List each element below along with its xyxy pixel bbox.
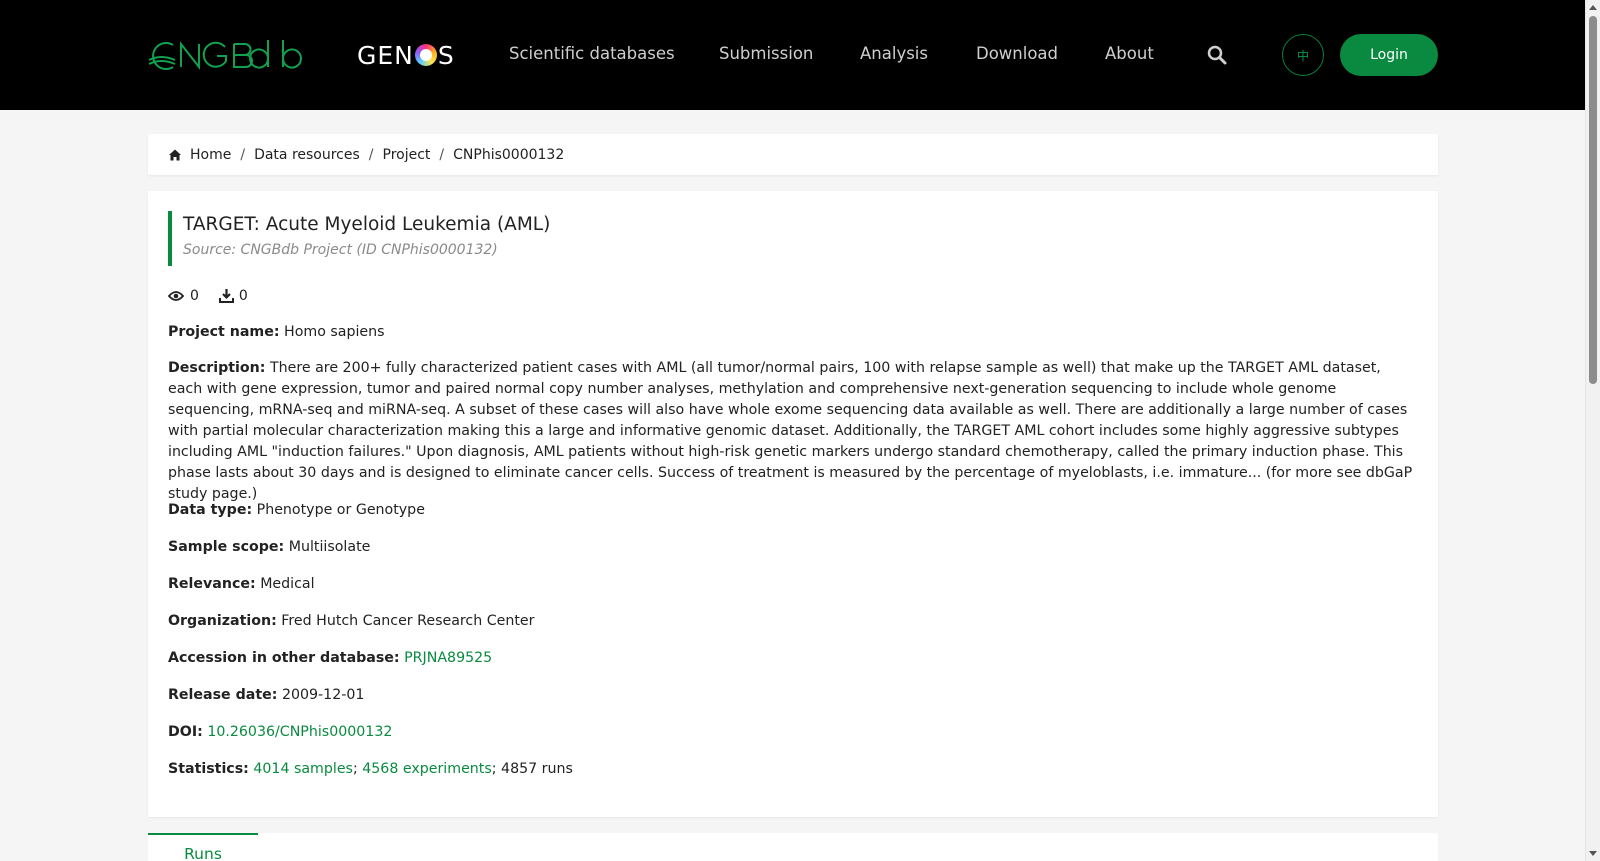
- field-label: Release date:: [168, 687, 278, 703]
- genos-logo-text-pre: GEN: [357, 40, 414, 70]
- nav-analysis[interactable]: Analysis: [860, 44, 928, 63]
- login-button[interactable]: Login: [1340, 34, 1438, 76]
- accession-link[interactable]: PRJNA89525: [404, 650, 492, 666]
- breadcrumb-data-resources[interactable]: Data resources: [254, 147, 360, 163]
- field-value: Homo sapiens: [284, 324, 385, 340]
- field-label: Relevance:: [168, 576, 256, 592]
- samples-link[interactable]: 4014 samples: [253, 761, 353, 777]
- genos-o-icon: [414, 44, 437, 66]
- top-navbar: GEN S Scientific databases Submission Ana…: [0, 0, 1585, 110]
- field-value: 2009-12-01: [281, 687, 365, 703]
- field-value: There are 200+ fully characterized patie…: [168, 360, 1413, 502]
- nav-about[interactable]: About: [1105, 44, 1154, 63]
- field-doi: DOI: 10.26036/CNPhis0000132: [168, 722, 1413, 743]
- stat-separator: ;: [491, 761, 502, 777]
- field-project-name: Project name: Homo sapiens: [168, 322, 1413, 343]
- cngbdb-logo[interactable]: [147, 36, 309, 74]
- breadcrumb-separator: /: [240, 146, 246, 163]
- views-counter: 0: [168, 288, 199, 304]
- field-data-type: Data type: Phenotype or Genotype: [168, 500, 1413, 521]
- field-label: Project name:: [168, 324, 280, 340]
- view-download-counts: 0 0: [168, 288, 248, 304]
- genos-logo[interactable]: GEN S: [357, 38, 455, 72]
- download-icon: [218, 289, 234, 303]
- field-value: Multiisolate: [288, 539, 371, 555]
- breadcrumb: Home / Data resources / Project / CNPhis…: [148, 134, 1438, 175]
- genos-logo-text-post: S: [437, 40, 455, 70]
- field-release-date: Release date: 2009-12-01: [168, 685, 1413, 706]
- field-statistics: Statistics: 4014 samples; 4568 experimen…: [168, 759, 1413, 780]
- field-description: Description: There are 200+ fully charac…: [168, 358, 1413, 505]
- field-label: Accession in other database:: [168, 650, 400, 666]
- language-toggle-button[interactable]: 中: [1282, 34, 1324, 76]
- eye-icon: [168, 291, 184, 301]
- field-value: Medical: [260, 576, 315, 592]
- experiments-link[interactable]: 4568 experiments: [362, 761, 492, 777]
- downloads-counter: 0: [218, 288, 248, 304]
- field-relevance: Relevance: Medical: [168, 574, 1413, 595]
- page-scrollbar[interactable]: [1585, 0, 1600, 861]
- scroll-down-arrow-icon[interactable]: [1589, 851, 1597, 856]
- tab-runs[interactable]: Runs: [148, 833, 258, 861]
- field-label: DOI:: [168, 724, 203, 740]
- field-label: Sample scope:: [168, 539, 285, 555]
- breadcrumb-separator: /: [439, 146, 445, 163]
- nav-submission[interactable]: Submission: [719, 44, 813, 63]
- views-count: 0: [190, 288, 199, 304]
- field-label: Organization:: [168, 613, 277, 629]
- field-organization: Organization: Fred Hutch Cancer Research…: [168, 611, 1413, 632]
- runs-count: 4857 runs: [501, 761, 573, 777]
- downloads-count: 0: [238, 288, 248, 304]
- page-title: TARGET: Acute Myeloid Leukemia (AML): [183, 214, 551, 235]
- project-source: Source: CNGBdb Project (ID CNPhis0000132…: [183, 242, 498, 258]
- cngbdb-logo-icon: [148, 40, 302, 70]
- breadcrumb-current: CNPhis0000132: [453, 146, 565, 163]
- scrollbar-thumb[interactable]: [1589, 16, 1597, 384]
- nav-scientific-databases[interactable]: Scientific databases: [509, 44, 675, 63]
- title-block: TARGET: Acute Myeloid Leukemia (AML) Sou…: [168, 211, 1408, 266]
- field-label: Data type:: [168, 502, 253, 518]
- breadcrumb-project[interactable]: Project: [383, 147, 431, 163]
- breadcrumb-home[interactable]: Home: [190, 147, 231, 163]
- nav-download[interactable]: Download: [976, 44, 1058, 63]
- scroll-up-arrow-icon[interactable]: [1589, 5, 1597, 10]
- stat-separator: ;: [352, 761, 363, 777]
- field-label: Description:: [168, 360, 266, 376]
- home-icon: [169, 149, 181, 160]
- doi-link[interactable]: 10.26036/CNPhis0000132: [207, 724, 392, 740]
- field-label: Statistics:: [168, 761, 249, 777]
- breadcrumb-separator: /: [368, 146, 374, 163]
- search-icon: [1207, 45, 1227, 65]
- tab-strip: Runs: [148, 833, 1438, 861]
- field-sample-scope: Sample scope: Multiisolate: [168, 537, 1413, 558]
- field-value: Fred Hutch Cancer Research Center: [281, 613, 535, 629]
- search-button[interactable]: [1206, 44, 1228, 66]
- field-accession: Accession in other database: PRJNA89525: [168, 648, 1413, 669]
- field-value: Phenotype or Genotype: [256, 502, 425, 518]
